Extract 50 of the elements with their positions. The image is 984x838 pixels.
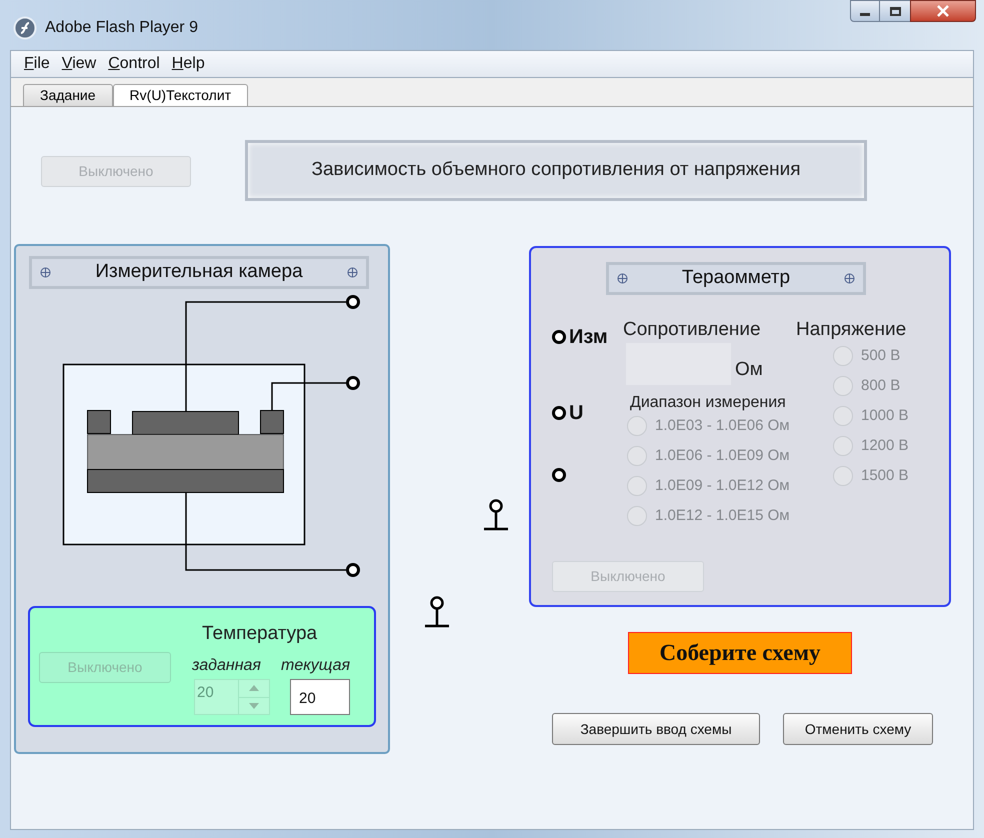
temperature-title: Температура xyxy=(202,622,318,646)
tab[interactable]: Задание xyxy=(23,84,113,106)
minimize-button[interactable] xyxy=(850,0,880,22)
resistance-label: Сопротивление xyxy=(623,318,761,342)
current-label: текущая xyxy=(281,656,350,676)
panel-title: Тераомметр xyxy=(682,266,790,290)
voltage-label: Напряжение xyxy=(796,318,906,342)
radio-label: 500 В xyxy=(861,346,900,366)
terminal-icon[interactable] xyxy=(424,595,450,629)
menu-item[interactable]: Control xyxy=(105,52,163,76)
terminal-icon[interactable] xyxy=(346,563,360,577)
close-icon xyxy=(936,5,950,17)
range-label: Диапазон измерения xyxy=(630,393,786,413)
menu-item[interactable]: File xyxy=(21,52,53,76)
tab[interactable]: Rv(U)Текстолит xyxy=(112,84,248,106)
panel-title: Измерительная камера xyxy=(95,260,303,284)
maximize-button[interactable] xyxy=(880,0,910,22)
flash-logo-icon xyxy=(13,16,37,40)
close-button[interactable] xyxy=(910,0,976,22)
heading: Зависимость объемного сопротивления от напряжения xyxy=(312,158,800,182)
crosshair-icon xyxy=(40,267,51,278)
crosshair-icon xyxy=(347,267,358,278)
radio-label: 1.0E12 - 1.0E15 Ом xyxy=(655,506,790,526)
radio-label: 1500 В xyxy=(861,466,909,486)
terminal-icon[interactable] xyxy=(346,295,360,309)
menu-item[interactable]: View xyxy=(58,52,100,76)
radio-label: 1.0E09 - 1.0E12 Ом xyxy=(655,476,790,496)
setpoint-value: 20 xyxy=(196,683,215,703)
status-banner: Соберите схему xyxy=(628,632,852,674)
terminal-icon[interactable] xyxy=(551,329,567,345)
radio-label: 800 В xyxy=(861,376,900,396)
setpoint-label: заданная xyxy=(192,656,261,676)
current-temperature-field[interactable]: 20 xyxy=(290,679,350,715)
terminal-icon[interactable] xyxy=(551,405,567,421)
cancel-button[interactable]: Отменить схему xyxy=(783,713,933,745)
terminal-label: Изм xyxy=(569,325,608,350)
radio-label: 1.0E06 - 1.0E09 Ом xyxy=(655,446,790,466)
radio-label: 1.0E03 - 1.0E06 Ом xyxy=(655,416,790,436)
terminal-label: U xyxy=(569,401,584,426)
radio-label: 1000 В xyxy=(861,406,909,426)
terminal-icon[interactable] xyxy=(551,467,567,483)
radio-label: 1200 В xyxy=(861,436,909,456)
finish-button[interactable]: Завершить ввод схемы xyxy=(552,713,760,745)
window-title: Adobe Flash Player 9 xyxy=(45,18,198,38)
unit-label: Ом xyxy=(735,358,763,382)
terminal-icon[interactable] xyxy=(346,376,360,390)
crosshair-icon xyxy=(617,273,628,284)
menu-item[interactable]: Help xyxy=(168,52,208,76)
crosshair-icon xyxy=(844,273,855,284)
terminal-icon[interactable] xyxy=(483,498,509,532)
